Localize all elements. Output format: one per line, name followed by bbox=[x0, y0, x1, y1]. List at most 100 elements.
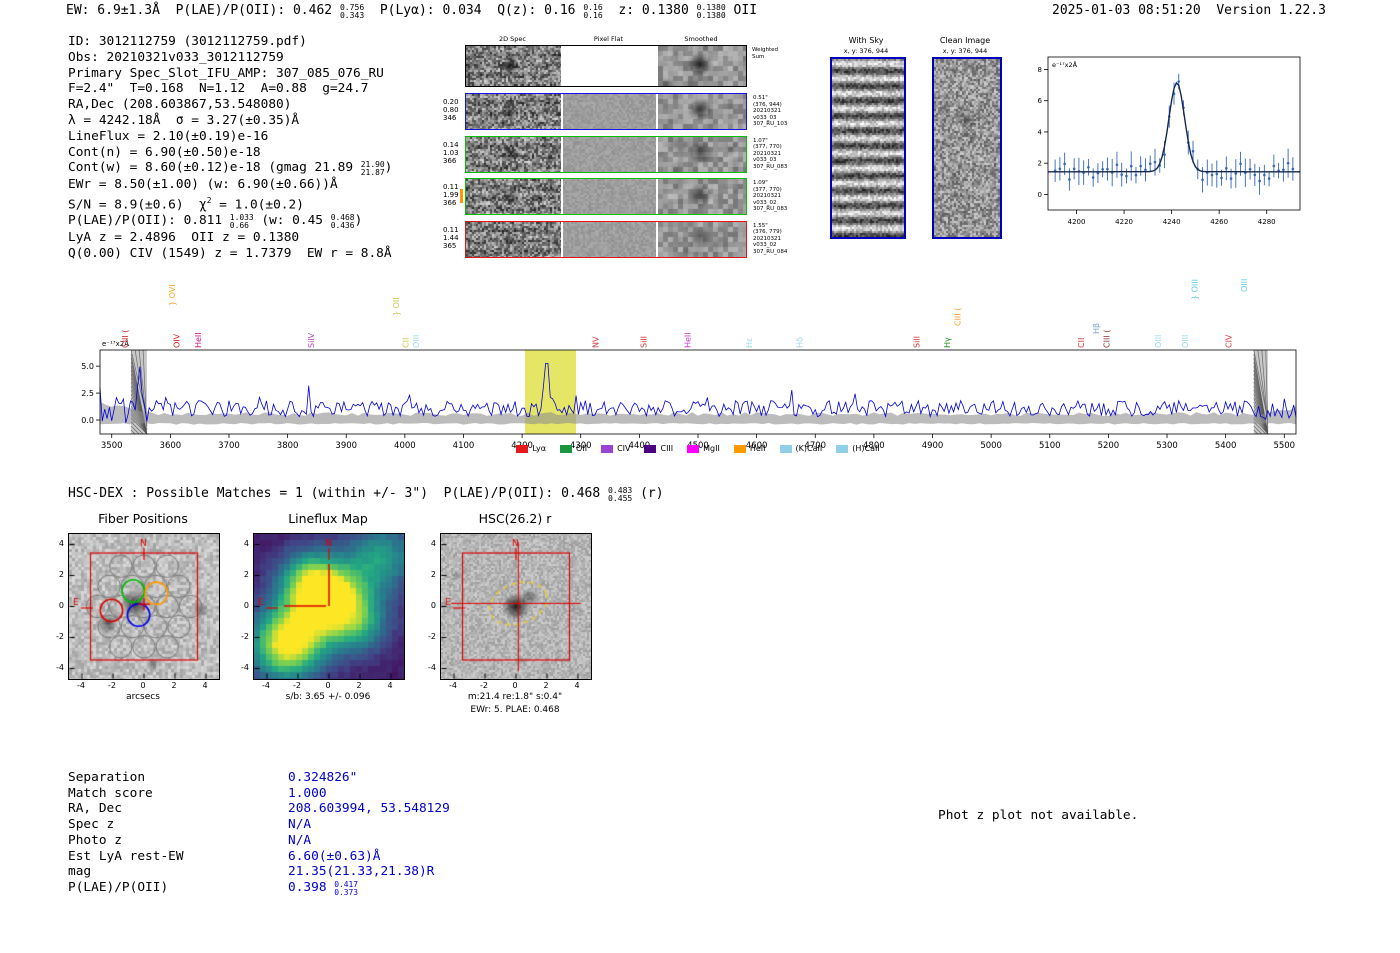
legend-swatch bbox=[644, 444, 657, 453]
spec2d-row-right-labels: 1.07" (377, 770) 20210321 v033_03 307_RU_083 bbox=[753, 137, 788, 170]
detection-info-block: ID: 3012112759 (3012112759.pdf) Obs: 2021… bbox=[68, 34, 392, 262]
legend-label: Lyα bbox=[532, 444, 547, 453]
svg-text:5.0: 5.0 bbox=[81, 362, 94, 371]
with-sky-title: With Sky bbox=[848, 36, 884, 45]
cutout-xtick: -2 bbox=[293, 681, 301, 690]
svg-text:4260: 4260 bbox=[1210, 218, 1228, 226]
with-sky-image bbox=[830, 57, 906, 239]
spectral-line-label: Hβ bbox=[1092, 323, 1101, 334]
legend-label: OII bbox=[576, 444, 588, 453]
spec2d-subimage bbox=[466, 94, 561, 129]
stacked-fraction: 0.16 0.16 bbox=[583, 2, 603, 20]
lineflux-map-title: Lineflux Map bbox=[288, 511, 368, 526]
cutout-xtick: 4 bbox=[202, 681, 208, 690]
legend-item: Lyα bbox=[516, 444, 546, 453]
lineflux-caption: s/b: 3.65 +/- 0.096 bbox=[285, 692, 371, 702]
legend-swatch bbox=[601, 444, 614, 453]
cutout-ytick: 0 bbox=[430, 600, 436, 610]
info-line: EWr = 8.50(±1.00) (w: 6.90(±0.66))Å bbox=[68, 177, 338, 193]
match-table-row: Separation 0.324826" bbox=[68, 770, 450, 786]
fiber-xlabel: arcsecs bbox=[126, 692, 160, 702]
cutout-ytick: 4 bbox=[58, 538, 64, 548]
line-fit-svg: 0 2 4 6 8 4200 4220 4240 4260 4280 e⁻¹⁷x2Å bbox=[1038, 56, 1301, 226]
spec2d-row-left-labels: 0.20 0.80 346 bbox=[443, 98, 459, 122]
spectral-line-label: Hε bbox=[745, 338, 754, 348]
spec2d-weighted-row bbox=[465, 45, 747, 87]
stacked-fraction: 0.756 0.343 bbox=[339, 2, 365, 20]
spectral-line-label: CII bbox=[1077, 338, 1086, 348]
info-line: Cont(w) = 8.60(±0.12)e-18 (gmag 21.89 21… bbox=[68, 160, 393, 178]
cutout-ytick: 0 bbox=[58, 600, 64, 610]
stacked-fraction: 21.90 21.87 bbox=[360, 160, 385, 178]
match-table-label: Est LyA rest-EW bbox=[68, 848, 184, 864]
lineflux-map-image bbox=[253, 533, 405, 680]
spectral-line-label: OIV bbox=[173, 333, 182, 348]
info-line: ID: 3012112759 (3012112759.pdf) bbox=[68, 34, 307, 49]
spectral-line-label: OIII bbox=[1240, 279, 1249, 292]
cutout-ytick: 2 bbox=[430, 569, 436, 579]
match-table-label: Match score bbox=[68, 785, 153, 801]
spec2d-fiber-row: 0.14 1.03 366 1.07" (377, 770) 20210321 v033_0… bbox=[443, 135, 787, 173]
info-line: Primary Spec_Slot_IFU_AMP: 307_085_076_R… bbox=[68, 65, 384, 81]
spec2d-row-left-labels: 0.11 1.44 365 bbox=[443, 225, 459, 250]
spectral-line-label: CIII ( bbox=[121, 330, 130, 348]
match-table-row: Photo z N/A bbox=[68, 833, 450, 849]
spec2d-fiber-row: 0.11 1.44 365 1.55" (376, 779) 20210321 v033_0… bbox=[443, 220, 787, 258]
stacked-fraction: 0.483 0.455 bbox=[608, 485, 633, 503]
cutout-xtick: -4 bbox=[77, 681, 85, 690]
spectral-line-label: NV bbox=[591, 336, 600, 348]
legend-label: MgII bbox=[703, 444, 720, 453]
fiber-accent-mark bbox=[460, 189, 463, 203]
svg-text:0: 0 bbox=[1038, 191, 1042, 199]
match-table-label: Separation bbox=[68, 770, 146, 785]
clean-image-title: Clean Image bbox=[939, 36, 991, 45]
match-table-value: 1.000 bbox=[288, 785, 327, 801]
spec2d-fiber-row: 0.11 1.99 366 1.09" (377, 770) 20210321 v033_0… bbox=[443, 178, 787, 215]
spectral-line-label: } OII bbox=[392, 297, 401, 316]
spectral-line-label: SiII bbox=[913, 336, 922, 348]
svg-text:6: 6 bbox=[1038, 97, 1043, 105]
legend-swatch bbox=[560, 444, 573, 453]
spec2d-fiber-row: 0.20 0.80 346 0.51" (376, 944) 20210321 v033_0… bbox=[443, 93, 787, 130]
legend-swatch bbox=[687, 444, 700, 453]
match-table-value: 0.324826" bbox=[288, 770, 358, 785]
info-line: P(LAE)/P(OII): 0.811 1.033 0.66 (w: 0.45 … bbox=[68, 213, 363, 231]
fiber-positions-image bbox=[68, 533, 220, 680]
spec2d-subimage bbox=[466, 221, 561, 257]
cutout-ytick: -2 bbox=[241, 631, 249, 641]
stacked-fraction: 1.033 0.66 bbox=[229, 213, 254, 231]
svg-text:0.0: 0.0 bbox=[81, 416, 94, 425]
col-header-pixelflat: Pixel Flat bbox=[593, 35, 624, 43]
info-line: LyA z = 2.4896 OII z = 0.1380 bbox=[68, 230, 300, 246]
match-table-label: Spec z bbox=[68, 817, 115, 833]
spec2d-subimage bbox=[658, 136, 746, 172]
match-table-value: N/A bbox=[288, 817, 312, 833]
cutout-xtick: 4 bbox=[574, 681, 580, 690]
svg-text:4200: 4200 bbox=[1068, 218, 1086, 226]
cutout-ytick: -2 bbox=[56, 631, 64, 641]
line-fit-plot: 0 2 4 6 8 4200 4220 4240 4260 4280 e⁻¹⁷x2Å bbox=[1020, 45, 1350, 240]
stacked-fraction: 0.417 0.373 bbox=[334, 879, 359, 897]
info-line: RA,Dec (208.603867,53.548080) bbox=[68, 97, 292, 113]
spectral-line-label: HeII bbox=[683, 332, 692, 348]
match-table-row: Est LyA rest-EW 6.60(±0.63)Å bbox=[68, 849, 450, 865]
spec2d-subimage bbox=[658, 221, 746, 257]
legend-item: (H)CaII bbox=[836, 444, 880, 453]
match-table-row: Spec z N/A bbox=[68, 817, 450, 833]
legend-label: (K)CaII bbox=[795, 444, 823, 453]
cutout-xtick: -4 bbox=[262, 681, 270, 690]
svg-text:4220: 4220 bbox=[1115, 218, 1133, 226]
svg-text:4240: 4240 bbox=[1163, 218, 1181, 226]
spec2d-subimage bbox=[466, 179, 561, 214]
match-table-value: N/A bbox=[288, 832, 312, 848]
spectral-line-label: OIII bbox=[412, 335, 421, 348]
spectral-line-label: CIII ( bbox=[1103, 330, 1112, 348]
match-table-label: mag bbox=[68, 864, 92, 880]
svg-text:e⁻¹⁷x2Å: e⁻¹⁷x2Å bbox=[1052, 60, 1078, 69]
cutout-ytick: 4 bbox=[430, 538, 436, 548]
hsc-caption-2: EWr: 5. PLAE: 0.468 bbox=[470, 705, 560, 715]
legend-label: CIV bbox=[617, 444, 631, 453]
info-line: Cont(n) = 6.90(±0.50)e-18 bbox=[68, 144, 261, 160]
cutout-xtick: 2 bbox=[356, 681, 362, 690]
spectral-line-label: } OVI bbox=[168, 284, 177, 306]
